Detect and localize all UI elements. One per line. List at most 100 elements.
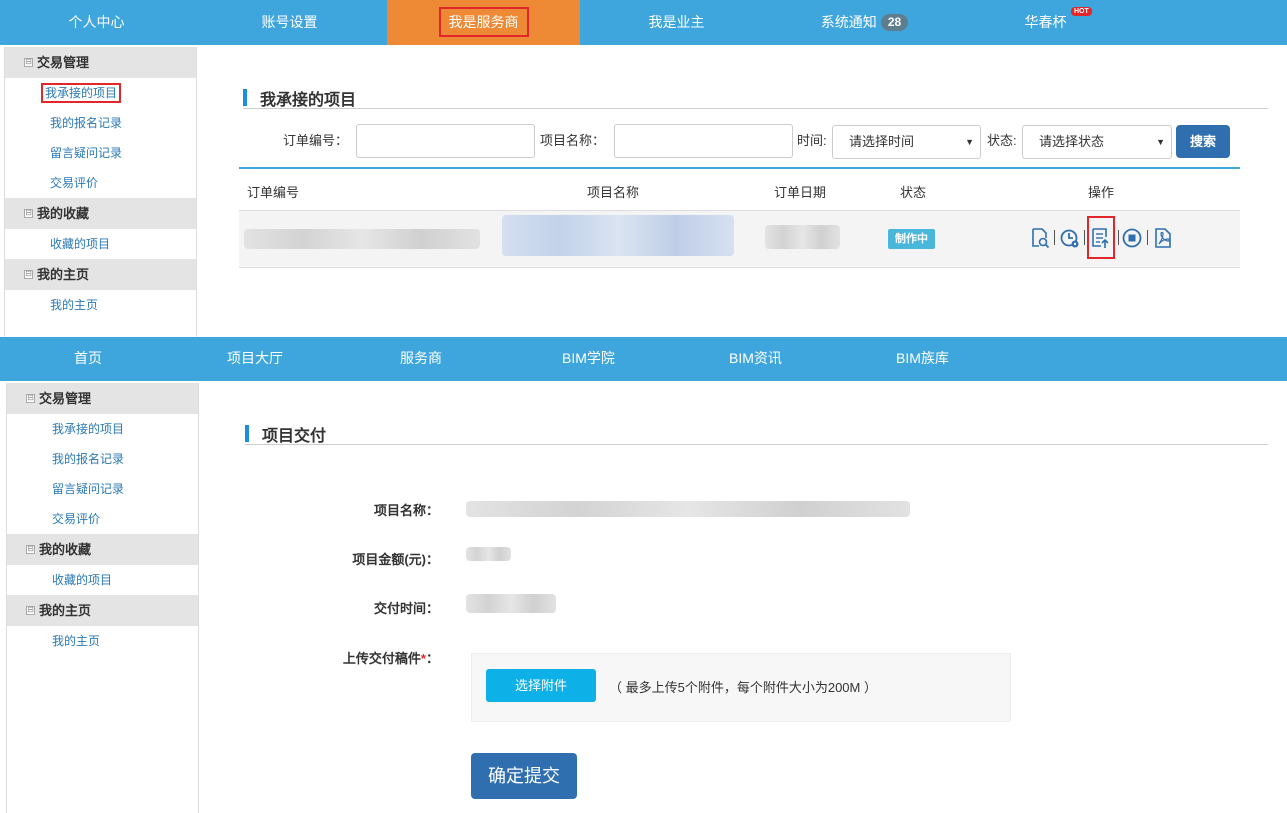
site-nav-bim-academy[interactable]: BIM学院 (562, 337, 615, 380)
nav-label: 账号设置 (261, 14, 318, 30)
section-label: 交易管理 (37, 55, 90, 70)
pdf-icon[interactable] (1153, 227, 1173, 249)
section-label: 交易管理 (39, 391, 92, 406)
notice-count-badge: 28 (880, 14, 909, 31)
site-nav-bim-library[interactable]: BIM族库 (896, 337, 949, 380)
nav-personal-center[interactable]: 个人中心 (0, 0, 193, 45)
nav-account-settings[interactable]: 账号设置 (193, 0, 386, 45)
section-label: 我的主页 (37, 267, 90, 282)
order-no-input[interactable] (356, 124, 535, 158)
collapse-icon: ⊟ (26, 393, 35, 403)
sidebar-top: ⊟ 交易管理 我承接的项目 我的报名记录 留言疑问记录 交易评价 ⊟ 我的收藏 收藏… (4, 47, 197, 337)
col-status: 状态 (900, 185, 927, 200)
clock-settings-icon[interactable] (1060, 227, 1080, 249)
site-nav: 首页 项目大厅 服务商 BIM学院 BIM资讯 BIM族库 (0, 337, 1287, 381)
sidebar-section-favorites[interactable]: ⊟ 我的收藏 (7, 534, 198, 565)
sidebar-label: 交易评价 (50, 176, 99, 190)
nav-owner[interactable]: 我是业主 (580, 0, 773, 45)
section-label: 我的收藏 (39, 542, 92, 557)
project-amount-field-label: 项目金额(元)： (352, 552, 439, 567)
separator (1118, 230, 1119, 245)
nav-service-provider[interactable]: 我是服务商 (387, 0, 580, 45)
nav-label: 系统通知 (820, 14, 877, 30)
collapse-icon: ⊟ (26, 605, 35, 615)
col-actions: 操作 (1088, 185, 1115, 200)
choose-attachment-button[interactable]: 选择附件 (486, 669, 596, 702)
sidebar-section-trade[interactable]: ⊟ 交易管理 (7, 383, 198, 414)
blurred-order-date (765, 225, 840, 249)
upload-icon-highlight (1087, 216, 1115, 259)
order-no-label: 订单编号： (283, 133, 349, 148)
sidebar-label: 留言疑问记录 (52, 482, 125, 496)
site-nav-bim-news[interactable]: BIM资讯 (729, 337, 782, 380)
sidebar-item-my-homepage[interactable]: 我的主页 (7, 626, 198, 656)
site-nav-providers[interactable]: 服务商 (400, 337, 442, 380)
upload-hint: （ 最多上传5个附件，每个附件大小为200M ） (609, 680, 877, 695)
project-name-input[interactable] (614, 124, 793, 158)
separator (1147, 230, 1148, 245)
submit-button[interactable]: 确定提交 (471, 753, 577, 799)
sidebar-section-trade[interactable]: ⊟ 交易管理 (5, 47, 196, 78)
stop-icon[interactable] (1122, 227, 1142, 249)
col-order-no: 订单编号 (247, 185, 300, 200)
sidebar-label: 我的主页 (52, 634, 101, 648)
sidebar-section-homepage[interactable]: ⊟ 我的主页 (7, 595, 198, 626)
sidebar-label: 我承接的项目 (52, 422, 125, 436)
sidebar-item-favorite-projects[interactable]: 收藏的项目 (5, 229, 196, 259)
dropdown-arrow-icon: ▼ (965, 137, 974, 147)
sidebar-bottom: ⊟ 交易管理 我承接的项目 我的报名记录 留言疑问记录 交易评价 ⊟ 我的收藏 收藏… (6, 383, 199, 813)
site-nav-home[interactable]: 首页 (74, 337, 102, 380)
separator (1084, 230, 1085, 245)
collapse-icon: ⊟ (24, 208, 33, 218)
upload-field-label: 上传交付稿件*： (309, 648, 439, 667)
sidebar-item-message-records[interactable]: 留言疑问记录 (5, 138, 196, 168)
blurred-project-name-value (466, 501, 910, 517)
view-detail-icon[interactable] (1030, 227, 1050, 249)
status-badge: 制作中 (888, 229, 935, 249)
collapse-icon: ⊟ (26, 544, 35, 554)
col-order-date: 订单日期 (774, 185, 827, 200)
row-actions (1030, 216, 1176, 259)
sidebar-item-my-homepage[interactable]: 我的主页 (5, 290, 196, 320)
status-select[interactable]: 请选择状态 ▼ (1022, 125, 1172, 159)
time-select[interactable]: 请选择时间 ▼ (832, 125, 981, 159)
sidebar-item-trade-review[interactable]: 交易评价 (7, 504, 198, 534)
status-label: 状态: (987, 133, 1017, 148)
nav-huachun-cup[interactable]: 华春杯 (949, 0, 1142, 45)
collapse-icon: ⊟ (24, 269, 33, 279)
nav-label: 个人中心 (68, 14, 125, 30)
sidebar-item-trade-review[interactable]: 交易评价 (5, 168, 196, 198)
sidebar-item-my-projects[interactable]: 我承接的项目 (5, 78, 196, 108)
search-button[interactable]: 搜索 (1176, 125, 1230, 158)
sidebar-label: 我的报名记录 (52, 452, 125, 466)
project-name-field-label: 项目名称： (373, 503, 439, 518)
time-select-value: 请选择时间 (849, 134, 915, 149)
blurred-project-name (502, 215, 734, 256)
sidebar-label: 交易评价 (52, 512, 101, 526)
sidebar-item-signup-records[interactable]: 我的报名记录 (7, 444, 198, 474)
delivery-title: 项目交付 (245, 422, 1268, 445)
sidebar-item-favorite-projects[interactable]: 收藏的项目 (7, 565, 198, 595)
sidebar-item-signup-records[interactable]: 我的报名记录 (5, 108, 196, 138)
nav-system-notice[interactable]: 系统通知 28 (768, 0, 961, 45)
col-project-name: 项目名称 (587, 185, 640, 200)
nav-label: 华春杯 (1024, 14, 1067, 30)
sidebar-item-message-records[interactable]: 留言疑问记录 (7, 474, 198, 504)
sidebar-label: 收藏的项目 (50, 237, 111, 251)
sidebar-item-my-projects[interactable]: 我承接的项目 (7, 414, 198, 444)
upload-label-text: 上传交付稿件 (342, 651, 421, 666)
site-nav-project-hall[interactable]: 项目大厅 (227, 337, 283, 380)
section-label: 我的主页 (39, 603, 92, 618)
blurred-time-value (466, 594, 556, 613)
table-header: 订单编号 项目名称 订单日期 状态 操作 (239, 169, 1240, 211)
section-label: 我的收藏 (37, 206, 90, 221)
sidebar-label-highlighted: 我承接的项目 (41, 83, 122, 103)
nav-label-highlighted: 我是服务商 (438, 7, 529, 37)
time-label: 时间: (797, 133, 827, 148)
page-title: 我承接的项目 (243, 86, 1268, 109)
sidebar-section-homepage[interactable]: ⊟ 我的主页 (5, 259, 196, 290)
blurred-amount-value (466, 547, 511, 561)
top-nav: 个人中心 账号设置 我是服务商 我是业主 系统通知 28 华春杯 HOT (0, 0, 1287, 45)
sidebar-section-favorites[interactable]: ⊟ 我的收藏 (5, 198, 196, 229)
sidebar-label: 我的主页 (50, 298, 99, 312)
